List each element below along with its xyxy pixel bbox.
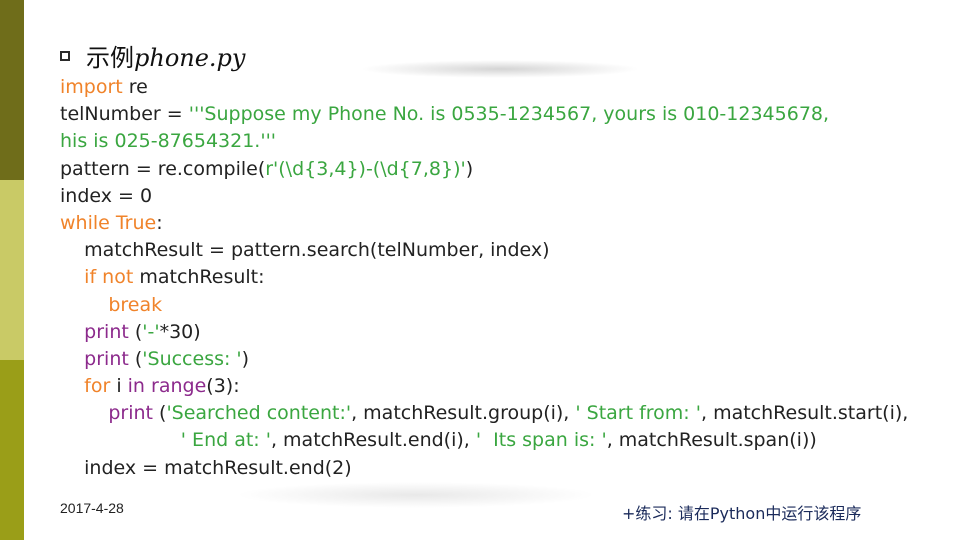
code-token: break <box>108 293 163 316</box>
code-line: for i in range(3): <box>60 373 908 400</box>
code-token: 'Success: ' <box>142 347 242 370</box>
code-token: for <box>84 375 111 398</box>
code-token: print <box>108 402 153 425</box>
code-token: index = matchResult.end(2) <box>60 456 352 479</box>
code-token: ) <box>465 157 474 180</box>
code-token: if not <box>84 266 134 289</box>
code-token: telNumber = <box>60 103 189 126</box>
title-filename: phone.py <box>134 44 246 72</box>
code-token: : <box>156 211 163 234</box>
code-token: '''Suppose my Phone No. is 0535-1234567,… <box>188 103 830 126</box>
slide-date: 2017-4-28 <box>60 500 124 516</box>
code-token: ) <box>241 347 250 370</box>
slide-title: 示例phone.py <box>60 38 245 73</box>
code-token: ( <box>128 320 143 343</box>
code-token: matchResult = pattern.search(telNumber, … <box>60 239 550 262</box>
exercise-note: +练习: 请在Python中运行该程序 <box>622 504 862 523</box>
code-line: import re <box>60 74 908 101</box>
code-token: , matchResult.group(i), <box>351 402 576 425</box>
code-token: range <box>151 375 207 398</box>
code-line: print ('Searched content:', matchResult.… <box>60 400 908 427</box>
side-bar-bottom <box>0 360 24 540</box>
code-line: telNumber = '''Suppose my Phone No. is 0… <box>60 101 908 128</box>
code-token: , matchResult.start(i), <box>700 402 909 425</box>
code-line: index = 0 <box>60 183 908 210</box>
decorative-shadow-bottom <box>236 482 596 508</box>
side-bar-top <box>0 0 24 180</box>
code-token: print <box>84 347 129 370</box>
side-bar-middle <box>0 180 24 360</box>
code-token: pattern = re.compile( <box>60 157 266 180</box>
code-line: his is 025-87654321.''' <box>60 128 908 155</box>
code-line: ' End at: ', matchResult.end(i), ' Its s… <box>60 427 908 454</box>
code-line: pattern = re.compile(r'(\d{3,4})-(\d{7,8… <box>60 156 908 183</box>
code-token: *30) <box>159 320 201 343</box>
code-token: , matchResult.span(i)) <box>606 429 817 452</box>
code-token: ' Start from: ' <box>575 402 701 425</box>
title-chinese: 示例 <box>86 44 134 72</box>
code-token: , matchResult.end(i), <box>270 429 476 452</box>
slide-title-text: 示例phone.py <box>86 38 245 73</box>
code-token: ' Its span is: ' <box>475 429 607 452</box>
code-token: matchResult: <box>133 266 265 289</box>
code-token: index = 0 <box>60 184 153 207</box>
code-line: print ('Success: ') <box>60 346 908 373</box>
code-token: import <box>60 76 123 98</box>
code-line: if not matchResult: <box>60 264 908 291</box>
code-token: 'Searched content:' <box>166 402 352 425</box>
code-token: i <box>110 375 128 398</box>
code-token: ( <box>152 402 167 425</box>
square-bullet-icon <box>60 50 70 61</box>
code-token: '-' <box>142 320 160 343</box>
code-line: matchResult = pattern.search(telNumber, … <box>60 237 908 264</box>
code-token: his is 025-87654321.''' <box>60 130 277 153</box>
code-line: index = matchResult.end(2) <box>60 455 908 482</box>
code-token: (3): <box>206 375 240 398</box>
code-token: print <box>84 320 129 343</box>
code-token: r'(\d{3,4})-(\d{7,8})' <box>265 157 466 180</box>
code-line: while True: <box>60 210 908 237</box>
code-token: ( <box>128 347 143 370</box>
code-block: import re telNumber = '''Suppose my Phone… <box>60 74 908 482</box>
code-token: while True <box>60 211 157 234</box>
code-token: in <box>127 375 145 398</box>
code-token: ' End at: ' <box>180 429 271 452</box>
code-line: break <box>60 292 908 319</box>
code-token: re <box>122 76 148 98</box>
code-line: print ('-'*30) <box>60 319 908 346</box>
